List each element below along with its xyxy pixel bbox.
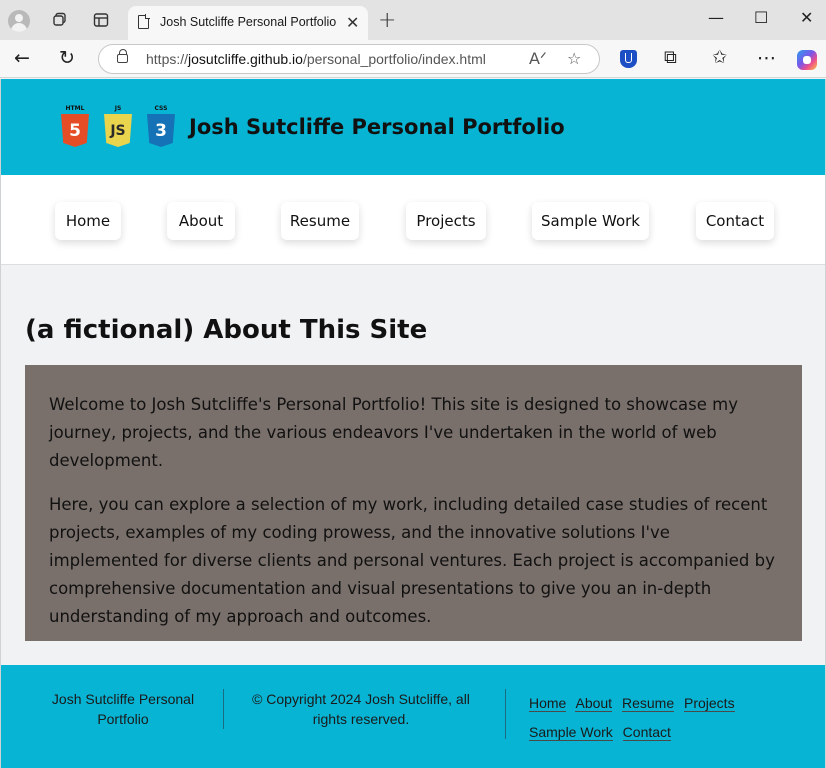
page-icon [138, 14, 150, 29]
footer-links: Home About Resume Projects Sample Work C… [529, 689, 769, 747]
footer-brand: Josh Sutcliffe Personal Portfolio [51, 691, 195, 727]
minimize-icon[interactable]: — [708, 8, 724, 27]
workspaces-icon[interactable] [45, 6, 75, 34]
footer-link-home[interactable]: Home [529, 695, 567, 712]
footer-link-about[interactable]: About [575, 695, 613, 712]
close-tab-icon[interactable]: ✕ [346, 13, 359, 32]
new-tab-icon[interactable]: + [378, 8, 396, 33]
html5-logo-icon: HTML 5 [60, 105, 90, 149]
footer-link-resume[interactable]: Resume [621, 695, 675, 712]
read-aloud-icon[interactable]: Aᐟ [529, 49, 547, 68]
footer-divider [505, 689, 506, 739]
css3-logo-icon: CSS 3 [146, 105, 176, 149]
main-nav: Home About Resume Projects Sample Work C… [1, 175, 825, 265]
footer-link-sample-work[interactable]: Sample Work [529, 724, 613, 741]
footer-divider [223, 689, 224, 729]
close-window-icon[interactable]: ✕ [800, 8, 813, 27]
about-content-box: Welcome to Josh Sutcliffe's Personal Por… [25, 365, 802, 641]
copilot-icon[interactable] [797, 50, 817, 70]
site-footer: Josh Sutcliffe Personal Portfolio © Copy… [1, 665, 825, 768]
profile-icon[interactable] [8, 10, 30, 32]
site-title: Josh Sutcliffe Personal Portfolio [189, 115, 565, 139]
maximize-icon[interactable]: ☐ [754, 8, 768, 27]
nav-about-button[interactable]: About [167, 202, 235, 240]
footer-link-contact[interactable]: Contact [622, 724, 671, 741]
puzzle-icon[interactable]: ⧉ [664, 47, 677, 68]
browser-tab[interactable]: Josh Sutcliffe Personal Portfolio ✕ [128, 6, 368, 40]
site-header: HTML 5 JS JS CSS 3 Josh Sutcliffe Person… [1, 79, 825, 175]
url-input[interactable]: https://josutcliffe.github.io/personal_p… [98, 44, 600, 74]
nav-sample-work-button[interactable]: Sample Work [532, 202, 649, 240]
nav-resume-button[interactable]: Resume [281, 202, 359, 240]
footer-copyright: © Copyright 2024 Josh Sutcliffe, all rig… [252, 691, 470, 727]
page-title: (a fictional) About This Site [25, 315, 428, 345]
star-icon[interactable]: ☆ [567, 49, 581, 68]
refresh-icon[interactable]: ↻ [59, 47, 75, 69]
details-paragraph: Here, you can explore a selection of my … [49, 495, 775, 626]
back-arrow-icon[interactable]: ← [14, 47, 30, 69]
tab-title: Josh Sutcliffe Personal Portfolio [160, 15, 337, 29]
intro-paragraph: Welcome to Josh Sutcliffe's Personal Por… [49, 395, 738, 470]
address-bar: ← ↻ https://josutcliffe.github.io/person… [0, 40, 826, 78]
lock-icon[interactable] [117, 49, 128, 63]
bitwarden-extension-icon[interactable] [620, 50, 637, 68]
nav-contact-button[interactable]: Contact [696, 202, 774, 240]
browser-tab-bar: Josh Sutcliffe Personal Portfolio ✕ + — … [0, 0, 826, 40]
footer-link-projects[interactable]: Projects [684, 695, 735, 712]
webpage: HTML 5 JS JS CSS 3 Josh Sutcliffe Person… [0, 79, 826, 768]
javascript-logo-icon: JS JS [103, 105, 133, 149]
url-text: https://josutcliffe.github.io/personal_p… [146, 51, 486, 67]
nav-projects-button[interactable]: Projects [406, 202, 486, 240]
nav-home-button[interactable]: Home [55, 202, 121, 240]
tab-actions-icon[interactable] [86, 6, 116, 34]
favorites-icon[interactable]: ✩ [712, 47, 727, 68]
more-icon[interactable]: ⋯ [757, 47, 776, 69]
